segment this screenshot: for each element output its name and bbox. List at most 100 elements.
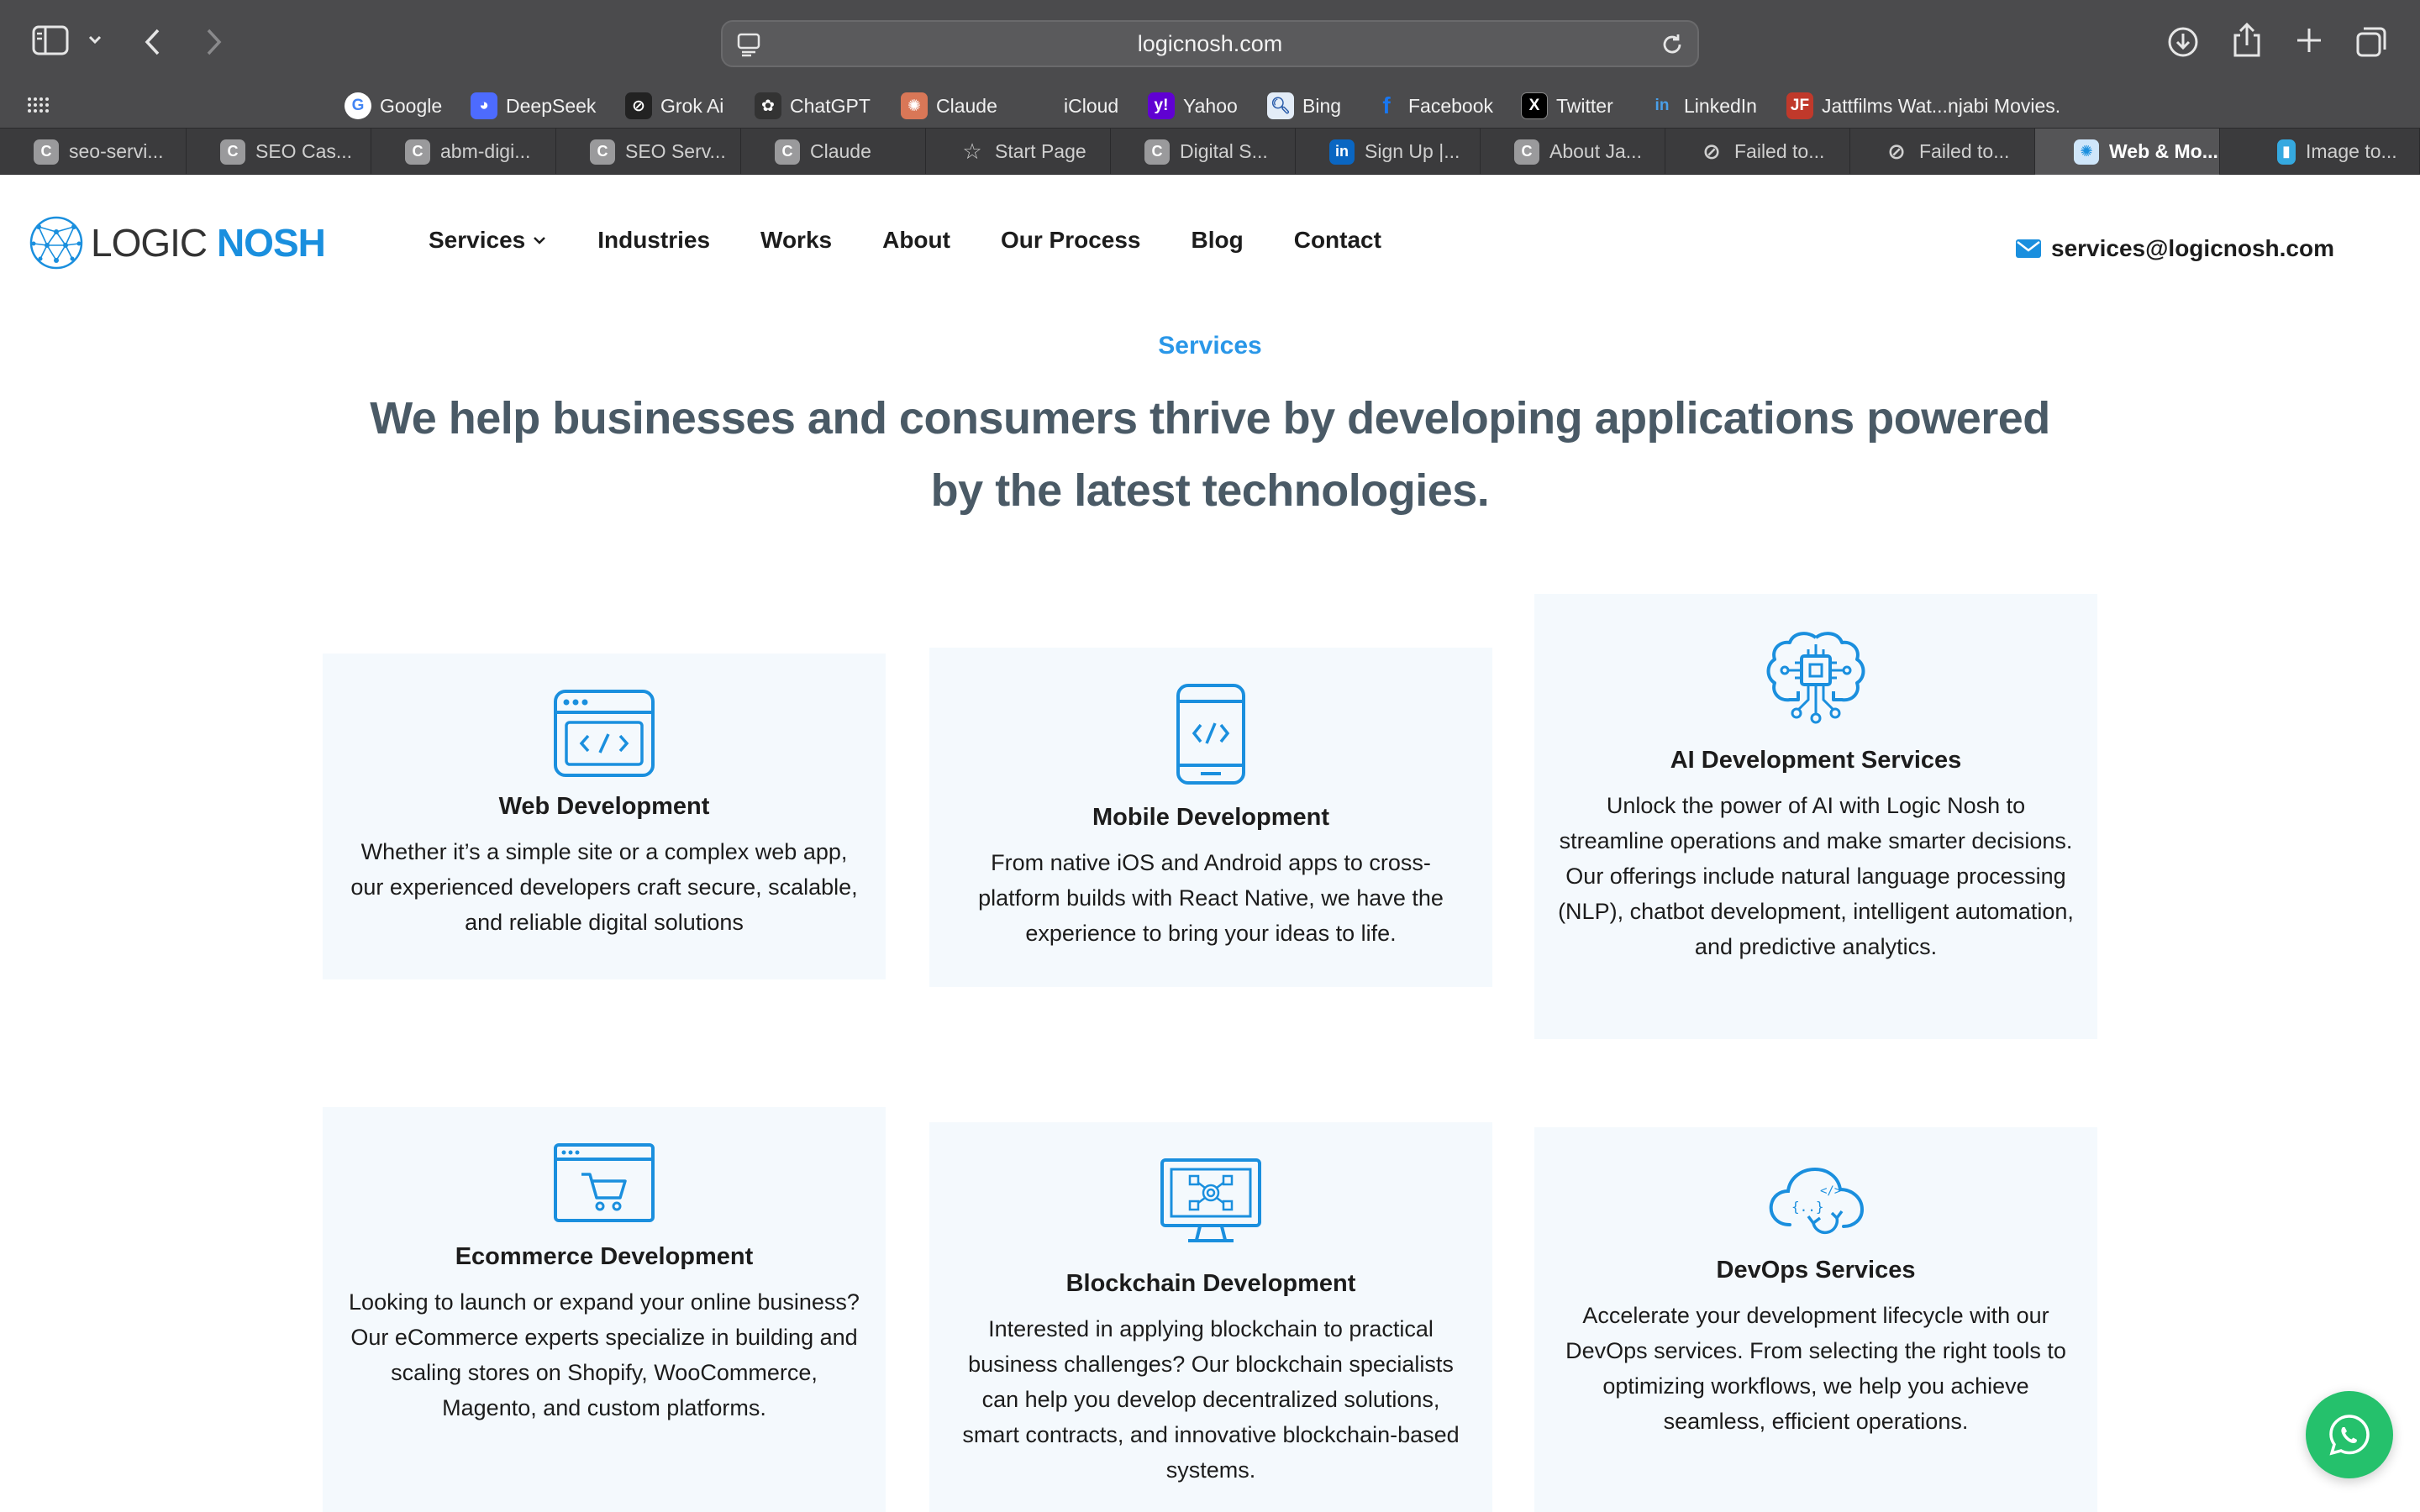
tab-favicon-icon: C [220, 139, 245, 165]
service-title: DevOps Services [1716, 1257, 1916, 1284]
bookmark-google[interactable]: G Google [345, 84, 442, 128]
bookmark-deepseek[interactable]: ◕ DeepSeek [471, 84, 596, 128]
forward-icon[interactable] [203, 27, 224, 57]
svg-text:</>: </> [1820, 1184, 1841, 1198]
x-icon: X [1521, 92, 1548, 119]
tab-failed-2[interactable]: ⊘ Failed to... [1850, 129, 2035, 175]
service-description: From native iOS and Android apps to cros… [978, 850, 1444, 946]
cloud-devops-icon: {..} </> [1769, 1167, 1865, 1234]
nav-our-process[interactable]: Our Process [1001, 227, 1141, 254]
contact-email: services@logicnosh.com [2051, 235, 2334, 261]
tab-claude[interactable]: C Claude [741, 129, 926, 175]
shopping-cart-window-icon [554, 1143, 655, 1222]
service-card-ecommerce-development[interactable]: Ecommerce Development Looking to launch … [323, 1107, 886, 1512]
blockchain-monitor-icon [1160, 1158, 1261, 1242]
logo-text-nosh: NOSH [216, 221, 326, 265]
tab-about-ja[interactable]: C About Ja... [1481, 129, 1665, 175]
yahoo-icon: y! [1148, 92, 1175, 119]
grid-icon[interactable] [27, 96, 49, 114]
tab-web-mobile-active[interactable]: ✺ Web & Mo... [2035, 129, 2220, 175]
bookmark-linkedin[interactable]: in LinkedIn [1649, 84, 1757, 128]
bookmark-icloud[interactable]: iCloud [1028, 84, 1118, 128]
service-title: AI Development Services [1670, 747, 1962, 774]
grok-icon: ⊘ [625, 92, 652, 119]
service-card-web-development[interactable]: Web Development Whether it’s a simple si… [323, 654, 886, 979]
tab-favicon-icon: C [1514, 139, 1539, 165]
deepseek-icon: ◕ [471, 92, 497, 119]
tab-failed-1[interactable]: ⊘ Failed to... [1665, 129, 1850, 175]
service-title: Mobile Development [1092, 804, 1329, 831]
ai-brain-icon [1766, 632, 1865, 724]
nav-blog[interactable]: Blog [1192, 227, 1244, 254]
tab-start-page[interactable]: ☆ Start Page [926, 129, 1111, 175]
apple-icon [1028, 92, 1055, 119]
back-icon[interactable] [143, 27, 163, 57]
nav-industries[interactable]: Industries [597, 227, 710, 254]
bookmark-claude[interactable]: ✺ Claude [901, 84, 997, 128]
jattfilms-icon: JF [1786, 92, 1813, 119]
bookmarks-bar: G Google ◕ DeepSeek ⊘ Grok Ai ✿ ChatGPT ✺ Cla… [0, 84, 2420, 128]
service-description: Looking to launch or expand your online … [349, 1289, 860, 1420]
tab-seo-services[interactable]: Cseo-servi... [0, 129, 187, 175]
downloads-icon[interactable] [2166, 25, 2200, 59]
service-card-blockchain-development[interactable]: Blockchain Development Interested in app… [929, 1122, 1492, 1512]
address-bar[interactable]: logicnosh.com [721, 20, 1699, 67]
mobile-code-icon [1176, 684, 1245, 785]
service-card-devops-services[interactable]: {..} </> DevOps Services Accelerate your… [1534, 1127, 2097, 1512]
tab-seo-serv[interactable]: C SEO Serv... [556, 129, 741, 175]
logo[interactable]: LOGIC NOSH [29, 215, 326, 270]
tab-favicon-icon: C [405, 139, 430, 165]
main-nav: Services Industries Works About Our Proc… [429, 227, 1432, 254]
tab-seo-case[interactable]: C SEO Cas... [187, 129, 371, 175]
bookmark-twitter[interactable]: X Twitter [1521, 84, 1613, 128]
contact-email-link[interactable]: services@logicnosh.com [2016, 235, 2334, 262]
bing-icon: 🔍︎ [1267, 92, 1294, 119]
bookmark-chatgpt[interactable]: ✿ ChatGPT [755, 84, 871, 128]
share-icon[interactable] [2232, 22, 2262, 59]
nav-about[interactable]: About [882, 227, 950, 254]
service-title: Ecommerce Development [455, 1243, 754, 1270]
document-icon: ▮ [2277, 139, 2296, 165]
facebook-icon: f [1382, 92, 1391, 118]
logic-nosh-favicon-icon: ✺ [2074, 139, 2099, 165]
nav-services[interactable]: Services [429, 227, 547, 254]
reload-icon[interactable] [1659, 31, 1686, 62]
bookmark-facebook[interactable]: f Facebook [1373, 84, 1493, 128]
new-tab-icon[interactable] [2294, 25, 2324, 55]
section-eyebrow: Services [1158, 332, 1262, 360]
code-window-icon [554, 690, 655, 777]
compass-icon: ⊘ [1887, 139, 1906, 164]
sidebar-toggle-icon[interactable] [32, 25, 69, 55]
logo-globe-icon [29, 216, 83, 270]
site-header: LOGIC NOSH Services Industries Works Abo… [0, 175, 2420, 312]
bookmark-jattfilms[interactable]: JF Jattfilms Wat...njabi Movies. [1786, 84, 2060, 128]
service-description: Unlock the power of AI with Logic Nosh t… [1558, 793, 2074, 959]
service-description: Accelerate your development lifecycle wi… [1565, 1303, 2066, 1434]
nav-contact[interactable]: Contact [1294, 227, 1381, 254]
tab-sign-up[interactable]: in Sign Up |... [1296, 129, 1481, 175]
bookmark-yahoo[interactable]: y! Yahoo [1148, 84, 1238, 128]
chatgpt-icon: ✿ [755, 92, 781, 119]
tab-overview-icon[interactable] [2354, 25, 2388, 59]
tab-image-to[interactable]: ▮ Image to... [2220, 129, 2420, 175]
service-card-ai-development[interactable]: AI Development Services Unlock the power… [1534, 594, 2097, 1039]
tab-digital-s[interactable]: C Digital S... [1111, 129, 1296, 175]
envelope-icon [2016, 239, 2042, 258]
compass-icon: ⊘ [1702, 139, 1721, 164]
linkedin-icon: in [1655, 97, 1670, 114]
linkedin-icon: in [1329, 139, 1355, 165]
service-description: Interested in applying blockchain to pra… [962, 1316, 1460, 1483]
svg-text:{..}: {..} [1791, 1199, 1824, 1215]
nav-works[interactable]: Works [760, 227, 832, 254]
logo-text-logic: LOGIC [91, 221, 217, 265]
chevron-down-icon[interactable] [87, 34, 103, 45]
tab-abm-digital[interactable]: Cabm-digi... [371, 129, 556, 175]
whatsapp-chat-button[interactable] [2306, 1391, 2393, 1478]
service-description: Whether it’s a simple site or a complex … [350, 839, 858, 935]
chevron-down-icon [534, 237, 546, 244]
bookmark-grok[interactable]: ⊘ Grok Ai [625, 84, 723, 128]
service-card-mobile-development[interactable]: Mobile Development From native iOS and A… [929, 648, 1492, 987]
service-title: Blockchain Development [1065, 1270, 1356, 1297]
claude-icon: ✺ [901, 92, 928, 119]
bookmark-bing[interactable]: 🔍︎ Bing [1267, 84, 1341, 128]
